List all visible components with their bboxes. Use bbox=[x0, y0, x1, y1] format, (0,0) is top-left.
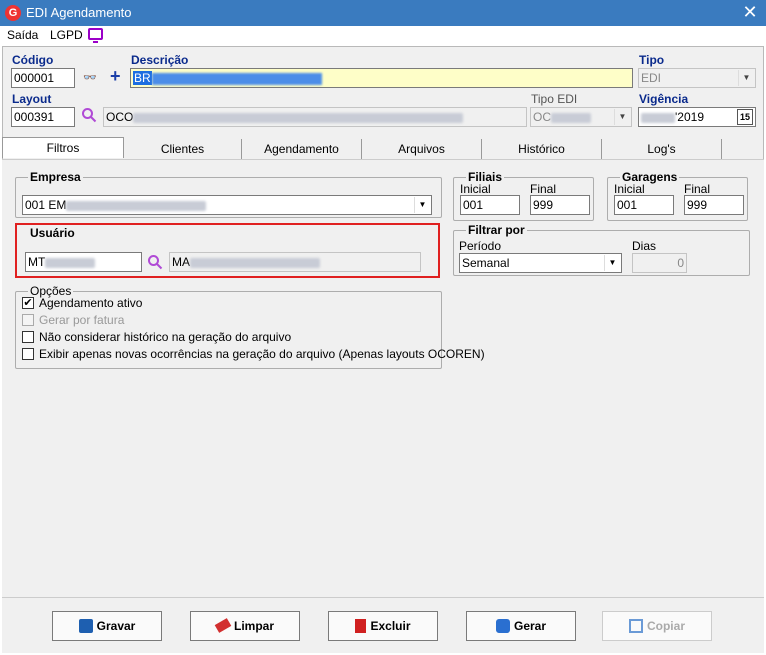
tipo-select[interactable]: EDI ▼ bbox=[638, 68, 756, 88]
tab-bar: Filtros Clientes Agendamento Arquivos Hi… bbox=[2, 137, 764, 159]
empresa-blur bbox=[66, 200, 207, 211]
descricao-value: BR bbox=[133, 71, 152, 85]
layout-desc-value: OCO bbox=[106, 110, 134, 124]
filiais-final-label: Final bbox=[530, 182, 557, 196]
tab-arquivos[interactable]: Arquivos bbox=[362, 139, 482, 159]
gravar-button[interactable]: Gravar bbox=[52, 611, 162, 641]
codigo-label: Código bbox=[12, 53, 54, 67]
descricao-field[interactable]: BR bbox=[130, 68, 633, 88]
tipo-edi-select[interactable]: OC ▼ bbox=[530, 107, 632, 127]
usuario-code-blur bbox=[45, 257, 96, 268]
codigo-field[interactable]: 000001 bbox=[11, 68, 75, 88]
garagens-inicial-field[interactable]: 001 bbox=[614, 195, 674, 215]
descricao-blur bbox=[151, 72, 322, 85]
filiais-inicial-field[interactable]: 001 bbox=[460, 195, 520, 215]
add-icon[interactable]: + bbox=[110, 66, 121, 87]
empresa-select[interactable]: 001 EM ▼ bbox=[22, 195, 432, 215]
descricao-label: Descrição bbox=[131, 53, 189, 67]
menu-item-saida[interactable]: Saída bbox=[7, 28, 38, 42]
title-bar: G EDI Agendamento ✕ bbox=[0, 0, 766, 26]
monitor-icon[interactable] bbox=[88, 28, 103, 43]
opcao-label: Não considerar histórico na geração do a… bbox=[39, 330, 292, 344]
layout-label: Layout bbox=[12, 92, 52, 106]
trash-icon bbox=[355, 618, 367, 633]
vigencia-value: '2019 bbox=[675, 110, 704, 124]
tab-logs[interactable]: Log's bbox=[602, 139, 722, 159]
usuario-label: Usuário bbox=[28, 226, 77, 240]
app-icon: G bbox=[5, 5, 21, 21]
menu-bar: Saída LGPD bbox=[0, 26, 766, 46]
usuario-name-value: MA bbox=[172, 255, 190, 269]
limpar-button[interactable]: Limpar bbox=[190, 611, 300, 641]
calendar-icon[interactable]: 15 bbox=[737, 109, 753, 125]
vigencia-field[interactable]: '2019 15 bbox=[638, 107, 756, 127]
tipo-edi-blur bbox=[551, 112, 591, 123]
empresa-label: Empresa bbox=[28, 170, 83, 184]
close-icon[interactable]: ✕ bbox=[736, 1, 764, 25]
save-icon bbox=[78, 618, 93, 633]
dias-field: 0 bbox=[632, 253, 687, 273]
usuario-code-field[interactable]: MT bbox=[25, 252, 142, 272]
window-title: EDI Agendamento bbox=[26, 5, 132, 20]
chevron-down-icon: ▼ bbox=[738, 70, 754, 86]
empresa-value: 001 EM bbox=[25, 198, 67, 212]
checkbox-exibir-novas-ocorrencias[interactable] bbox=[22, 348, 34, 360]
tipo-edi-value: OC bbox=[533, 110, 551, 124]
usuario-name-blur bbox=[190, 257, 320, 268]
gravar-label: Gravar bbox=[96, 619, 136, 633]
binoculars-icon[interactable]: 👓 bbox=[83, 71, 97, 84]
excluir-button[interactable]: Excluir bbox=[328, 611, 438, 641]
periodo-label: Período bbox=[459, 239, 502, 253]
copiar-button[interactable]: Copiar bbox=[602, 611, 712, 641]
opcao-label: Exibir apenas novas ocorrências na geraç… bbox=[39, 347, 485, 361]
gerar-button[interactable]: Gerar bbox=[466, 611, 576, 641]
filtros-panel: Empresa 001 EM ▼ Usuário MT MA Opções ✔ … bbox=[2, 159, 764, 597]
garagens-final-field[interactable]: 999 bbox=[684, 195, 744, 215]
usuario-name-field: MA bbox=[169, 252, 421, 272]
filiais-inicial-label: Inicial bbox=[460, 182, 491, 196]
tab-agendamento[interactable]: Agendamento bbox=[242, 139, 362, 159]
thumbs-up-icon bbox=[495, 618, 510, 633]
chevron-down-icon: ▼ bbox=[414, 197, 430, 213]
search-icon[interactable] bbox=[147, 254, 163, 270]
eraser-icon bbox=[214, 618, 232, 634]
layout-field[interactable]: 000391 bbox=[11, 107, 75, 127]
layout-desc-blur bbox=[133, 112, 464, 123]
tipo-value: EDI bbox=[641, 71, 662, 85]
chevron-down-icon: ▼ bbox=[604, 255, 620, 271]
periodo-value: Semanal bbox=[462, 256, 510, 270]
tab-filtros[interactable]: Filtros bbox=[2, 137, 124, 158]
usuario-code-value: MT bbox=[28, 255, 46, 269]
gerar-label: Gerar bbox=[513, 619, 547, 633]
vigencia-label: Vigência bbox=[639, 92, 689, 106]
garagens-inicial-label: Inicial bbox=[614, 182, 645, 196]
copiar-label: Copiar bbox=[646, 619, 685, 633]
layout-desc-field: OCO bbox=[103, 107, 527, 127]
limpar-label: Limpar bbox=[233, 619, 274, 633]
copy-icon bbox=[628, 618, 643, 633]
dias-label: Dias bbox=[632, 239, 657, 253]
garagens-final-label: Final bbox=[684, 182, 711, 196]
filtrar-label: Filtrar por bbox=[466, 223, 527, 237]
filiais-final-field[interactable]: 999 bbox=[530, 195, 590, 215]
excluir-label: Excluir bbox=[370, 619, 411, 633]
tab-historico[interactable]: Histórico bbox=[482, 139, 602, 159]
button-bar: Gravar Limpar Excluir Gerar Copiar bbox=[2, 597, 764, 653]
periodo-select[interactable]: Semanal ▼ bbox=[459, 253, 622, 273]
opcao-label: Agendamento ativo bbox=[39, 296, 143, 310]
tipo-edi-label: Tipo EDI bbox=[531, 92, 578, 106]
checkbox-gerar-fatura[interactable] bbox=[22, 314, 34, 326]
tab-clientes[interactable]: Clientes bbox=[124, 139, 242, 159]
opcao-label: Gerar por fatura bbox=[39, 313, 125, 327]
checkbox-nao-considerar-historico[interactable] bbox=[22, 331, 34, 343]
menu-item-lgpd[interactable]: LGPD bbox=[50, 28, 83, 42]
tipo-label: Tipo bbox=[639, 53, 665, 67]
vigencia-blur bbox=[641, 112, 675, 123]
search-icon[interactable] bbox=[81, 107, 97, 123]
checkbox-agendamento-ativo[interactable]: ✔ bbox=[22, 297, 34, 309]
chevron-down-icon: ▼ bbox=[614, 109, 630, 125]
